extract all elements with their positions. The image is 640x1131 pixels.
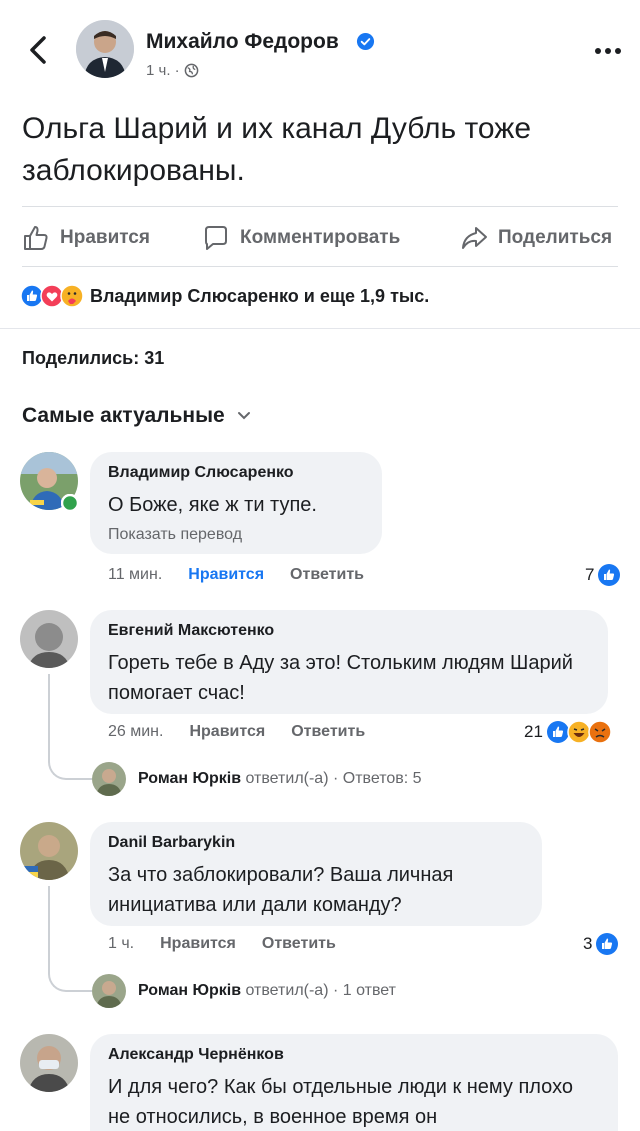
comment-actions: 26 мин. Нравится Ответить (108, 723, 365, 741)
commenter-name[interactable]: Александр Чернёнков (108, 1046, 600, 1064)
commenter-avatar[interactable] (20, 610, 78, 668)
reply-count-text: ответил(-а) · Ответов: 5 (245, 770, 422, 787)
sort-label: Самые актуальные (22, 404, 225, 427)
like-label: Нравится (60, 227, 150, 248)
comment-actions: 1 ч. Нравится Ответить (108, 935, 336, 953)
post-time[interactable]: 1 ч. · (146, 62, 180, 79)
comment-bubble: Александр Чернёнков И для чего? Как бы о… (90, 1034, 618, 1131)
comment-sort-dropdown[interactable]: Самые актуальные (22, 404, 251, 428)
comment-reply-button[interactable]: Ответить (291, 723, 365, 741)
replier-avatar[interactable] (92, 974, 126, 1008)
divider (22, 266, 618, 267)
angry-reaction-icon (588, 720, 612, 744)
comment-label: Комментировать (240, 227, 401, 248)
comment-like-button[interactable]: Нравится (189, 723, 265, 741)
comment-icon (205, 226, 227, 250)
comment-actions: 11 мин. Нравится Ответить (108, 566, 364, 584)
comment-like-button[interactable]: Нравится (188, 566, 264, 584)
like-button[interactable]: Нравится (22, 224, 150, 252)
commenter-avatar[interactable] (20, 1034, 78, 1092)
post-text: Ольга Шарий и их канал Дубль тоже заблок… (22, 112, 532, 187)
replier-name[interactable]: Роман Юрків (138, 770, 241, 787)
divider (0, 328, 640, 329)
reactions-summary[interactable]: Владимир Слюсаренко и еще 1,9 тыс. (20, 284, 429, 308)
comment-reactions-count[interactable]: 21 (524, 720, 612, 744)
commenter-name[interactable]: Владимир Слюсаренко (108, 464, 364, 482)
comment-text: О Боже, яке ж ти тупе. (108, 494, 317, 516)
divider (22, 206, 618, 207)
comment-like-button[interactable]: Нравится (160, 935, 236, 953)
comment-time[interactable]: 26 мин. (108, 723, 163, 741)
reaction-icons (20, 284, 84, 308)
back-arrow-icon[interactable] (24, 32, 54, 68)
comment-text: За что заблокировали? Ваша личная инициа… (108, 864, 454, 916)
author-name[interactable]: Михайло Федоров (146, 30, 339, 54)
comment-reactions-count[interactable]: 3 (583, 932, 619, 956)
replier-name[interactable]: Роман Юрків (138, 982, 241, 999)
reaction-count: 7 (585, 565, 595, 584)
post-actions-bar: Нравится Комментировать Поделиться (0, 216, 640, 260)
commenter-name[interactable]: Евгений Максютенко (108, 622, 590, 640)
comment-text: Гореть тебе в Аду за это! Стольким людям… (108, 652, 573, 704)
like-reaction-icon (598, 564, 621, 586)
thumbs-up-icon (24, 226, 48, 250)
share-button[interactable]: Поделиться (460, 224, 612, 252)
like-reaction-icon (596, 933, 619, 955)
comment-button[interactable]: Комментировать (202, 224, 400, 252)
comment-time[interactable]: 1 ч. (108, 935, 134, 953)
verified-badge-icon (356, 32, 375, 51)
comment-bubble: Danil Barbarykin За что заблокировали? В… (90, 822, 542, 926)
commenter-name[interactable]: Danil Barbarykin (108, 834, 524, 852)
replier-avatar[interactable] (92, 762, 126, 796)
comment-bubble: Владимир Слюсаренко О Боже, яке ж ти туп… (90, 452, 382, 554)
chevron-down-icon (237, 412, 250, 420)
care-reaction-icon (60, 284, 84, 308)
globe-icon (184, 63, 198, 78)
post-meta: 1 ч. · (146, 62, 199, 79)
comment-time[interactable]: 11 мин. (108, 566, 162, 584)
share-label: Поделиться (498, 227, 613, 248)
comment-text: И для чего? Как бы отдельные люди к нему… (108, 1076, 573, 1128)
online-status-icon (61, 494, 79, 512)
reply-count-text: ответил(-а) · 1 ответ (245, 982, 396, 999)
reply-preview[interactable]: Роман Юрків ответил(-а) · 1 ответ (92, 974, 396, 1008)
comment-reply-button[interactable]: Ответить (290, 566, 364, 584)
reply-thread-line (48, 886, 92, 992)
shares-count[interactable]: Поделились: 31 (22, 348, 164, 369)
more-options-icon[interactable] (593, 46, 623, 56)
comment-reply-button[interactable]: Ответить (262, 935, 336, 953)
comment-reactions-count[interactable]: 7 (585, 563, 621, 587)
reactions-text: Владимир Слюсаренко и еще 1,9 тыс. (90, 285, 430, 306)
reply-thread-line (48, 674, 92, 780)
share-icon (462, 227, 487, 249)
reply-preview[interactable]: Роман Юрків ответил(-а) · Ответов: 5 (92, 762, 422, 796)
reaction-count: 21 (524, 722, 543, 741)
author-avatar[interactable] (76, 20, 134, 78)
comment-bubble: Евгений Максютенко Гореть тебе в Аду за … (90, 610, 608, 714)
commenter-avatar[interactable] (20, 822, 78, 880)
post-header: Михайло Федоров 1 ч. · (0, 0, 640, 100)
reaction-count: 3 (583, 934, 593, 953)
show-translation-link[interactable]: Показать перевод (108, 526, 364, 544)
